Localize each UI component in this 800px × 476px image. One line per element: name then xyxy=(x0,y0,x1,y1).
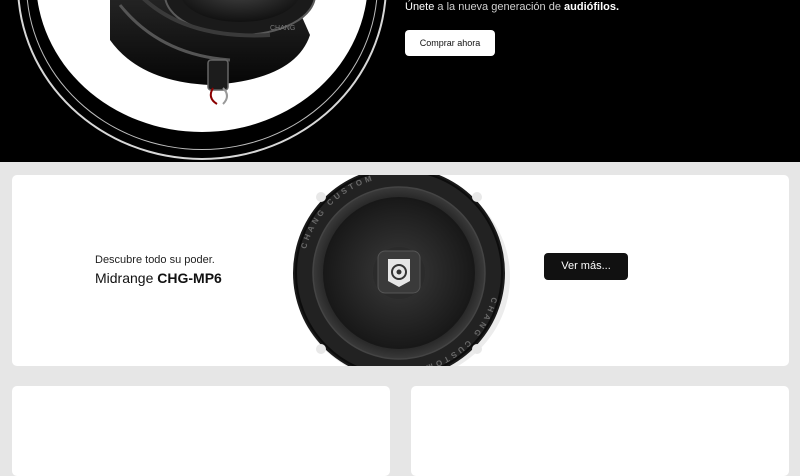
midrange-speaker-image: CHANG CUSTOM CHANG CUSTOM xyxy=(293,175,510,366)
tagline-bold: audiófilos. xyxy=(564,1,620,13)
hero-tagline: Únete a la nueva generación de audiófilo… xyxy=(405,0,619,14)
svg-text:CHANG: CHANG xyxy=(270,25,295,32)
see-more-button[interactable]: Ver más... xyxy=(544,253,628,280)
product-title: Midrange CHG-MP6 xyxy=(95,269,222,287)
hero-text-block: Únete a la nueva generación de audiófilo… xyxy=(405,0,619,14)
product-model: CHG-MP6 xyxy=(157,270,222,286)
tagline-middle: a la nueva generación de xyxy=(434,1,565,13)
tagline-lead: Únete xyxy=(405,1,435,13)
product-subtitle: Descubre todo su poder. xyxy=(95,254,215,266)
product-text-block: Descubre todo su poder. Midrange CHG-MP6 xyxy=(95,253,222,287)
product-card-midrange: Descubre todo su poder. Midrange CHG-MP6 xyxy=(12,175,789,366)
buy-now-button[interactable]: Comprar ahora xyxy=(405,30,495,56)
hero-speaker-image: CHANG xyxy=(110,0,316,105)
hero-banner: CHANG Únete a la nueva generación de aud… xyxy=(0,0,800,162)
product-title-prefix: Midrange xyxy=(95,270,158,286)
